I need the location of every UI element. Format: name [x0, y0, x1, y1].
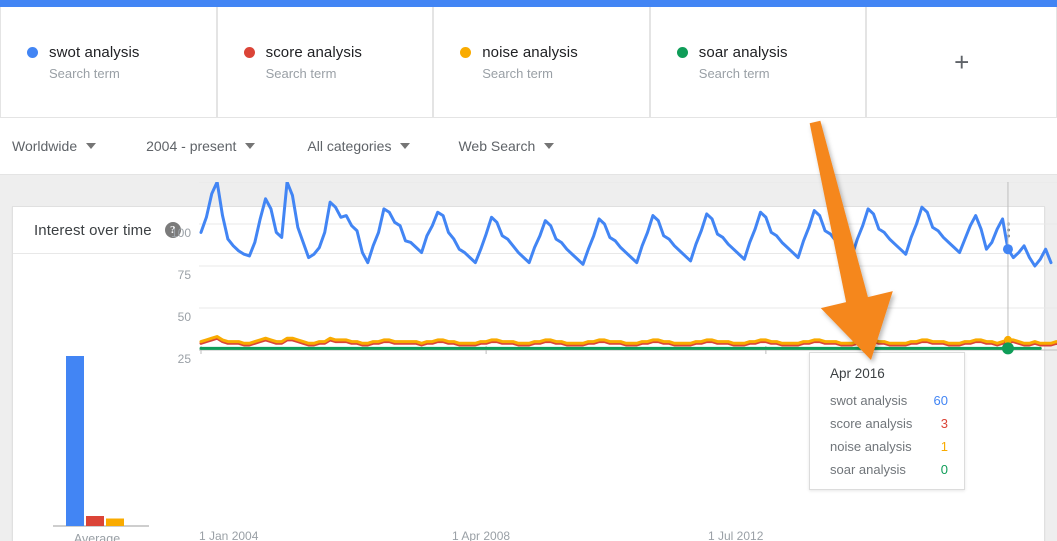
y-tick-2: 75	[177, 268, 191, 282]
search-term-name-1: score analysis	[265, 43, 363, 61]
y-tick-3: 100	[170, 226, 191, 240]
search-term-name-3: soar analysis	[698, 43, 788, 61]
search-term-card-3[interactable]: soar analysis Search term	[649, 7, 867, 117]
filter-time-range[interactable]: 2004 - present	[146, 138, 256, 154]
tooltip-term-0: swot analysis	[830, 393, 908, 408]
filter-search-type-label: Web Search	[458, 138, 536, 154]
term-color-dot-3	[676, 46, 688, 58]
search-term-subtitle-1: Search term	[265, 65, 337, 81]
x-tick-2: 1 Jul 2012	[708, 529, 764, 541]
search-term-subtitle-2: Search term	[482, 65, 553, 81]
filter-category[interactable]: All categories	[307, 138, 411, 154]
y-tick-0: 25	[177, 352, 191, 366]
plus-icon: +	[954, 47, 970, 77]
tooltip-term-2: noise analysis	[830, 439, 912, 454]
hover-marker-soar-analysis	[1001, 342, 1014, 355]
search-terms-row: swot analysis Search term score analysis…	[0, 7, 1057, 118]
search-term-card-0[interactable]: swot analysis Search term	[0, 7, 217, 117]
filter-search-type[interactable]: Web Search	[458, 138, 555, 154]
search-term-subtitle-3: Search term	[698, 65, 770, 81]
average-axis-label: Average	[73, 532, 121, 541]
tooltip-value-0: 60	[933, 393, 948, 408]
tooltip-row-3: soar analysis 0	[830, 462, 948, 477]
term-color-dot-2	[460, 46, 472, 58]
x-tick-0: 1 Jan 2004	[199, 529, 259, 541]
tooltip-row-2: noise analysis 1	[830, 439, 948, 454]
search-term-name-2: noise analysis	[482, 43, 578, 61]
chevron-down-icon	[544, 143, 555, 149]
search-term-name-0: swot analysis	[49, 43, 140, 61]
tooltip-value-2: 1	[940, 439, 948, 454]
average-bar-score	[86, 516, 104, 526]
chevron-down-icon	[400, 143, 411, 149]
search-term-card-1[interactable]: score analysis Search term	[216, 7, 434, 117]
filters-bar: Worldwide 2004 - present All categories …	[0, 118, 1057, 175]
top-accent-bar	[0, 0, 1057, 7]
google-trends-page: swot analysis Search term score analysis…	[0, 0, 1057, 541]
average-bar-swot	[66, 356, 84, 526]
x-tick-1: 1 Apr 2008	[452, 529, 511, 541]
average-bar-chart: Average	[31, 254, 163, 541]
chart-tooltip: Apr 2016 swot analysis 60 score analysis…	[809, 352, 965, 490]
tooltip-value-3: 0	[940, 462, 948, 477]
tooltip-term-3: soar analysis	[830, 462, 906, 477]
page-title: Interest over time	[34, 221, 152, 239]
average-bar-noise	[106, 518, 124, 526]
add-comparison-button[interactable]: +	[866, 7, 1057, 117]
chevron-down-icon	[86, 143, 97, 149]
hover-marker-swot-analysis	[1002, 244, 1013, 255]
search-term-card-2[interactable]: noise analysis Search term	[433, 7, 650, 117]
filter-time-range-label: 2004 - present	[146, 138, 237, 154]
tooltip-value-1: 3	[940, 416, 948, 431]
tooltip-date: Apr 2016	[830, 366, 885, 381]
term-color-dot-0	[27, 46, 38, 58]
term-color-dot-1	[243, 46, 255, 58]
filter-category-label: All categories	[307, 138, 392, 154]
tooltip-term-1: score analysis	[830, 416, 913, 431]
tooltip-row-0: swot analysis 60	[830, 393, 948, 408]
search-term-subtitle-0: Search term	[49, 65, 120, 81]
y-tick-1: 50	[177, 310, 191, 324]
filter-location-label: Worldwide	[12, 138, 78, 154]
average-bars-svg	[53, 356, 149, 527]
chevron-down-icon	[245, 143, 256, 149]
filter-location[interactable]: Worldwide	[12, 138, 97, 154]
tooltip-row-1: score analysis 3	[830, 416, 948, 431]
